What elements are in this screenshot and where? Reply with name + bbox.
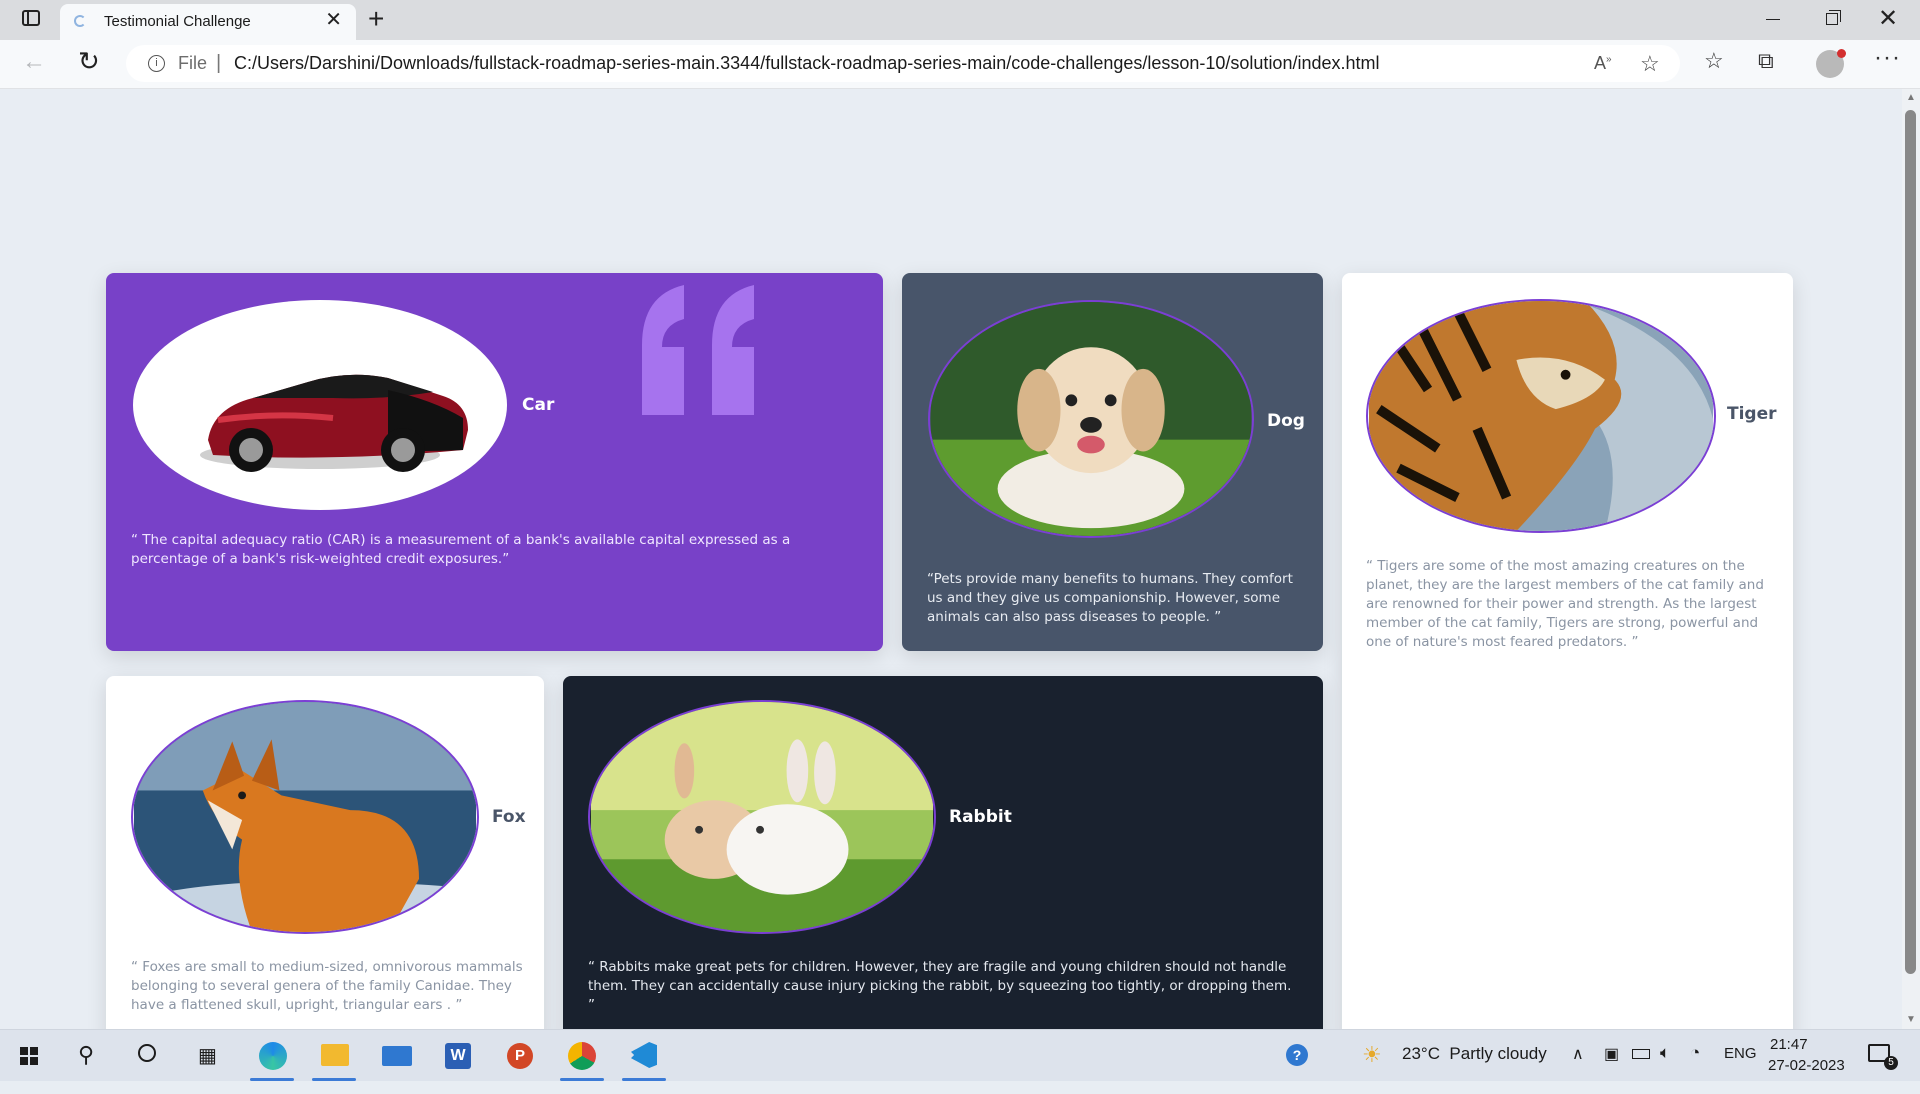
powerpoint-icon: P [507,1043,533,1069]
collections-icon[interactable]: ⧉ [1758,48,1774,74]
more-options-icon[interactable]: ··· [1874,44,1901,72]
close-tab-icon[interactable]: ✕ [325,10,342,30]
tab-testimonial-challenge[interactable]: Testimonial Challenge ✕ [60,4,356,40]
word-taskbar-icon[interactable]: W [432,1030,484,1081]
back-icon[interactable]: ← [22,48,46,76]
refresh-icon[interactable]: ↻ [78,46,100,77]
card-quote-dog: “Pets provide many benefits to humans. T… [927,571,1293,625]
task-view-icon[interactable]: ▦ [198,1043,217,1094]
edge-icon [259,1042,287,1070]
info-icon[interactable]: i [148,55,165,72]
windows-taskbar: ⚲ ▦ W P ? ☀ 23°C Partly cloudy ∧ ▣ 🔈︎ ◔ … [0,1029,1920,1081]
tab-actions-icon[interactable] [22,10,40,26]
page-content: Car “ The capital adequacy ratio (CAR) i… [0,89,1902,1041]
rabbit-image [588,700,936,934]
chrome-taskbar-icon[interactable] [556,1030,608,1081]
powerpoint-taskbar-icon[interactable]: P [494,1030,546,1081]
card-name-rabbit: Rabbit [949,807,1012,827]
chrome-icon [568,1042,596,1070]
tab-title: Testimonial Challenge [104,13,251,30]
cortana-icon[interactable] [138,1044,156,1062]
page-favicon-icon [74,15,86,27]
show-hidden-icons-icon[interactable]: ∧ [1572,1044,1584,1064]
clock-time[interactable]: 21:47 [1770,1036,1808,1053]
profile-avatar[interactable] [1816,49,1846,78]
tiger-image [1366,299,1716,533]
card-name-dog: Dog [1267,411,1305,431]
search-icon[interactable]: ⚲ [78,1042,94,1093]
testimonial-card-rabbit: Rabbit “ Rabbits make great pets for chi… [563,676,1323,1041]
battery-icon[interactable] [1632,1049,1650,1059]
weather-icon[interactable]: ☀ [1362,1042,1382,1068]
card-quote-rabbit: “ Rabbits make great pets for children. … [588,959,1292,1013]
folder-icon [321,1044,349,1066]
card-name-car: Car [522,395,555,415]
file-explorer-taskbar-icon[interactable] [308,1030,360,1081]
testimonial-card-dog: Dog “Pets provide many benefits to human… [902,273,1323,651]
url-text[interactable]: C:/Users/Darshini/Downloads/fullstack-ro… [234,53,1380,74]
new-tab-icon[interactable]: + [368,3,384,35]
testimonial-card-car: Car “ The capital adequacy ratio (CAR) i… [106,273,883,651]
word-icon: W [445,1043,471,1069]
clock-date[interactable]: 27-02-2023 [1768,1057,1845,1074]
minimize-icon[interactable] [1766,19,1780,20]
testimonial-card-tiger: Tiger “ Tigers are some of the most amaz… [1342,273,1793,1041]
edge-taskbar-icon[interactable] [246,1030,298,1081]
help-icon[interactable]: ? [1286,1044,1308,1066]
scrollbar-thumb[interactable] [1905,110,1916,974]
add-favorite-icon[interactable]: ☆ [1640,51,1660,77]
card-name-tiger: Tiger [1727,404,1777,424]
vscode-taskbar-icon[interactable] [618,1030,670,1081]
close-window-icon[interactable]: ✕ [1878,4,1898,33]
favorites-icon[interactable]: ☆ [1704,48,1724,74]
vscode-icon [631,1042,657,1068]
tab-strip: Testimonial Challenge ✕ + ✕ [0,0,1920,40]
card-name-fox: Fox [492,807,526,827]
file-label: File [178,53,208,73]
restore-icon[interactable] [1826,10,1841,25]
fox-image [131,700,479,934]
navigation-bar: ← ↻ i File | C:/Users/Darshini/Downloads… [0,40,1920,89]
testimonial-card-fox: Fox “ Foxes are small to medium-sized, o… [106,676,544,1041]
mail-icon [382,1046,412,1066]
quotation-mark-icon [642,285,754,415]
volume-icon[interactable]: 🔈︎ [1660,1043,1670,1063]
url-separator: | [216,52,222,74]
notification-count: 5 [1884,1056,1898,1070]
dog-image [928,300,1254,538]
windows-start-icon[interactable] [20,1047,38,1065]
address-bar[interactable]: i File | C:/Users/Darshini/Downloads/ful… [126,45,1680,82]
scroll-up-icon[interactable]: ▲ [1906,92,1916,103]
mail-taskbar-icon[interactable] [370,1030,422,1081]
card-quote-fox: “ Foxes are small to medium-sized, omniv… [131,959,523,1013]
scroll-down-icon[interactable]: ▼ [1906,1014,1916,1025]
wifi-icon[interactable]: ◔ [1690,1043,1700,1063]
meeting-icon[interactable]: ▣ [1604,1044,1619,1064]
card-quote-car: “ The capital adequacy ratio (CAR) is a … [131,532,791,567]
weather-text[interactable]: 23°C Partly cloudy [1402,1044,1547,1064]
car-image [133,300,507,510]
read-aloud-icon[interactable]: A» [1594,53,1612,74]
language-indicator[interactable]: ENG [1724,1045,1757,1062]
card-quote-tiger: “ Tigers are some of the most amazing cr… [1366,558,1764,650]
